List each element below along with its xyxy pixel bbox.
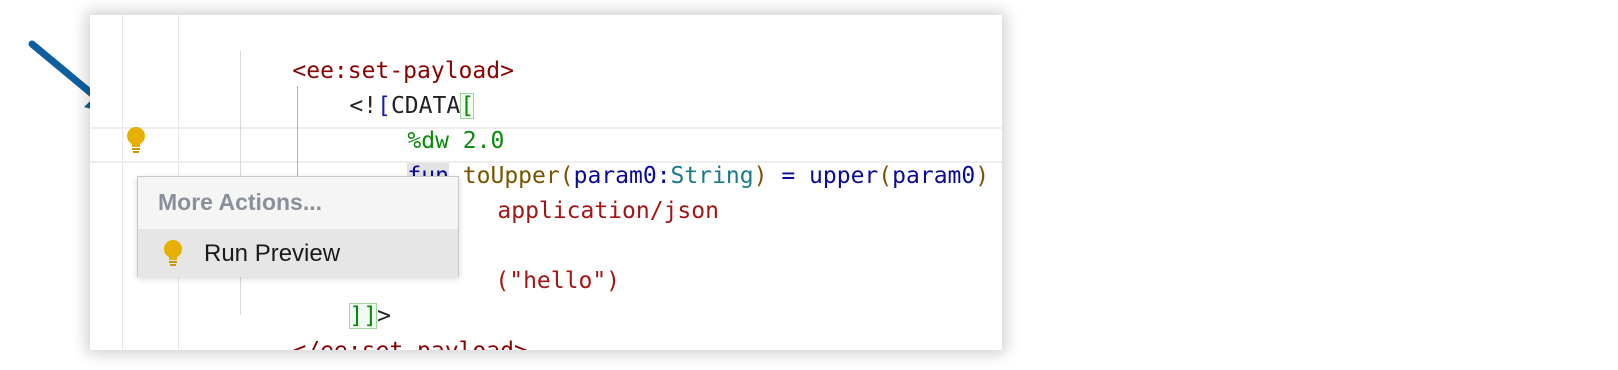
equals: = <box>767 163 810 189</box>
mime-type: application/json <box>497 198 719 224</box>
code-line-dw-version[interactable]: %dw 2.0 <box>352 87 504 154</box>
paren: ) <box>753 163 768 189</box>
xml-tag: </ee:set-payload> <box>292 338 527 350</box>
code-line-call[interactable]: ("hello") <box>440 227 620 294</box>
code-line-output[interactable]: application/json <box>442 157 719 224</box>
paren: ( <box>878 163 893 189</box>
arg-name: param0 <box>892 163 976 189</box>
code-line-open-tag[interactable]: <ee:set-payload> <box>237 17 514 84</box>
code-line-fun-decl[interactable]: fun toUpper(param0:String) = upper(param… <box>352 122 989 189</box>
run-preview-menu-item[interactable]: Run Preview <box>138 229 458 277</box>
call-name: upper <box>809 163 879 189</box>
more-actions-popup: More Actions... Run Preview <box>137 176 459 277</box>
lightbulb-icon[interactable] <box>125 126 147 154</box>
code-line-cdata-open[interactable]: <![CDATA[ <box>294 52 475 119</box>
run-preview-label: Run Preview <box>204 240 341 267</box>
popup-title: More Actions... <box>158 189 322 215</box>
gutter-divider <box>122 15 123 350</box>
call-args: ("hello") <box>495 268 621 294</box>
code-line-close-tag[interactable]: </ee:set-payload> <box>237 297 527 350</box>
paren: ) <box>975 163 990 189</box>
lightbulb-icon <box>164 240 182 266</box>
